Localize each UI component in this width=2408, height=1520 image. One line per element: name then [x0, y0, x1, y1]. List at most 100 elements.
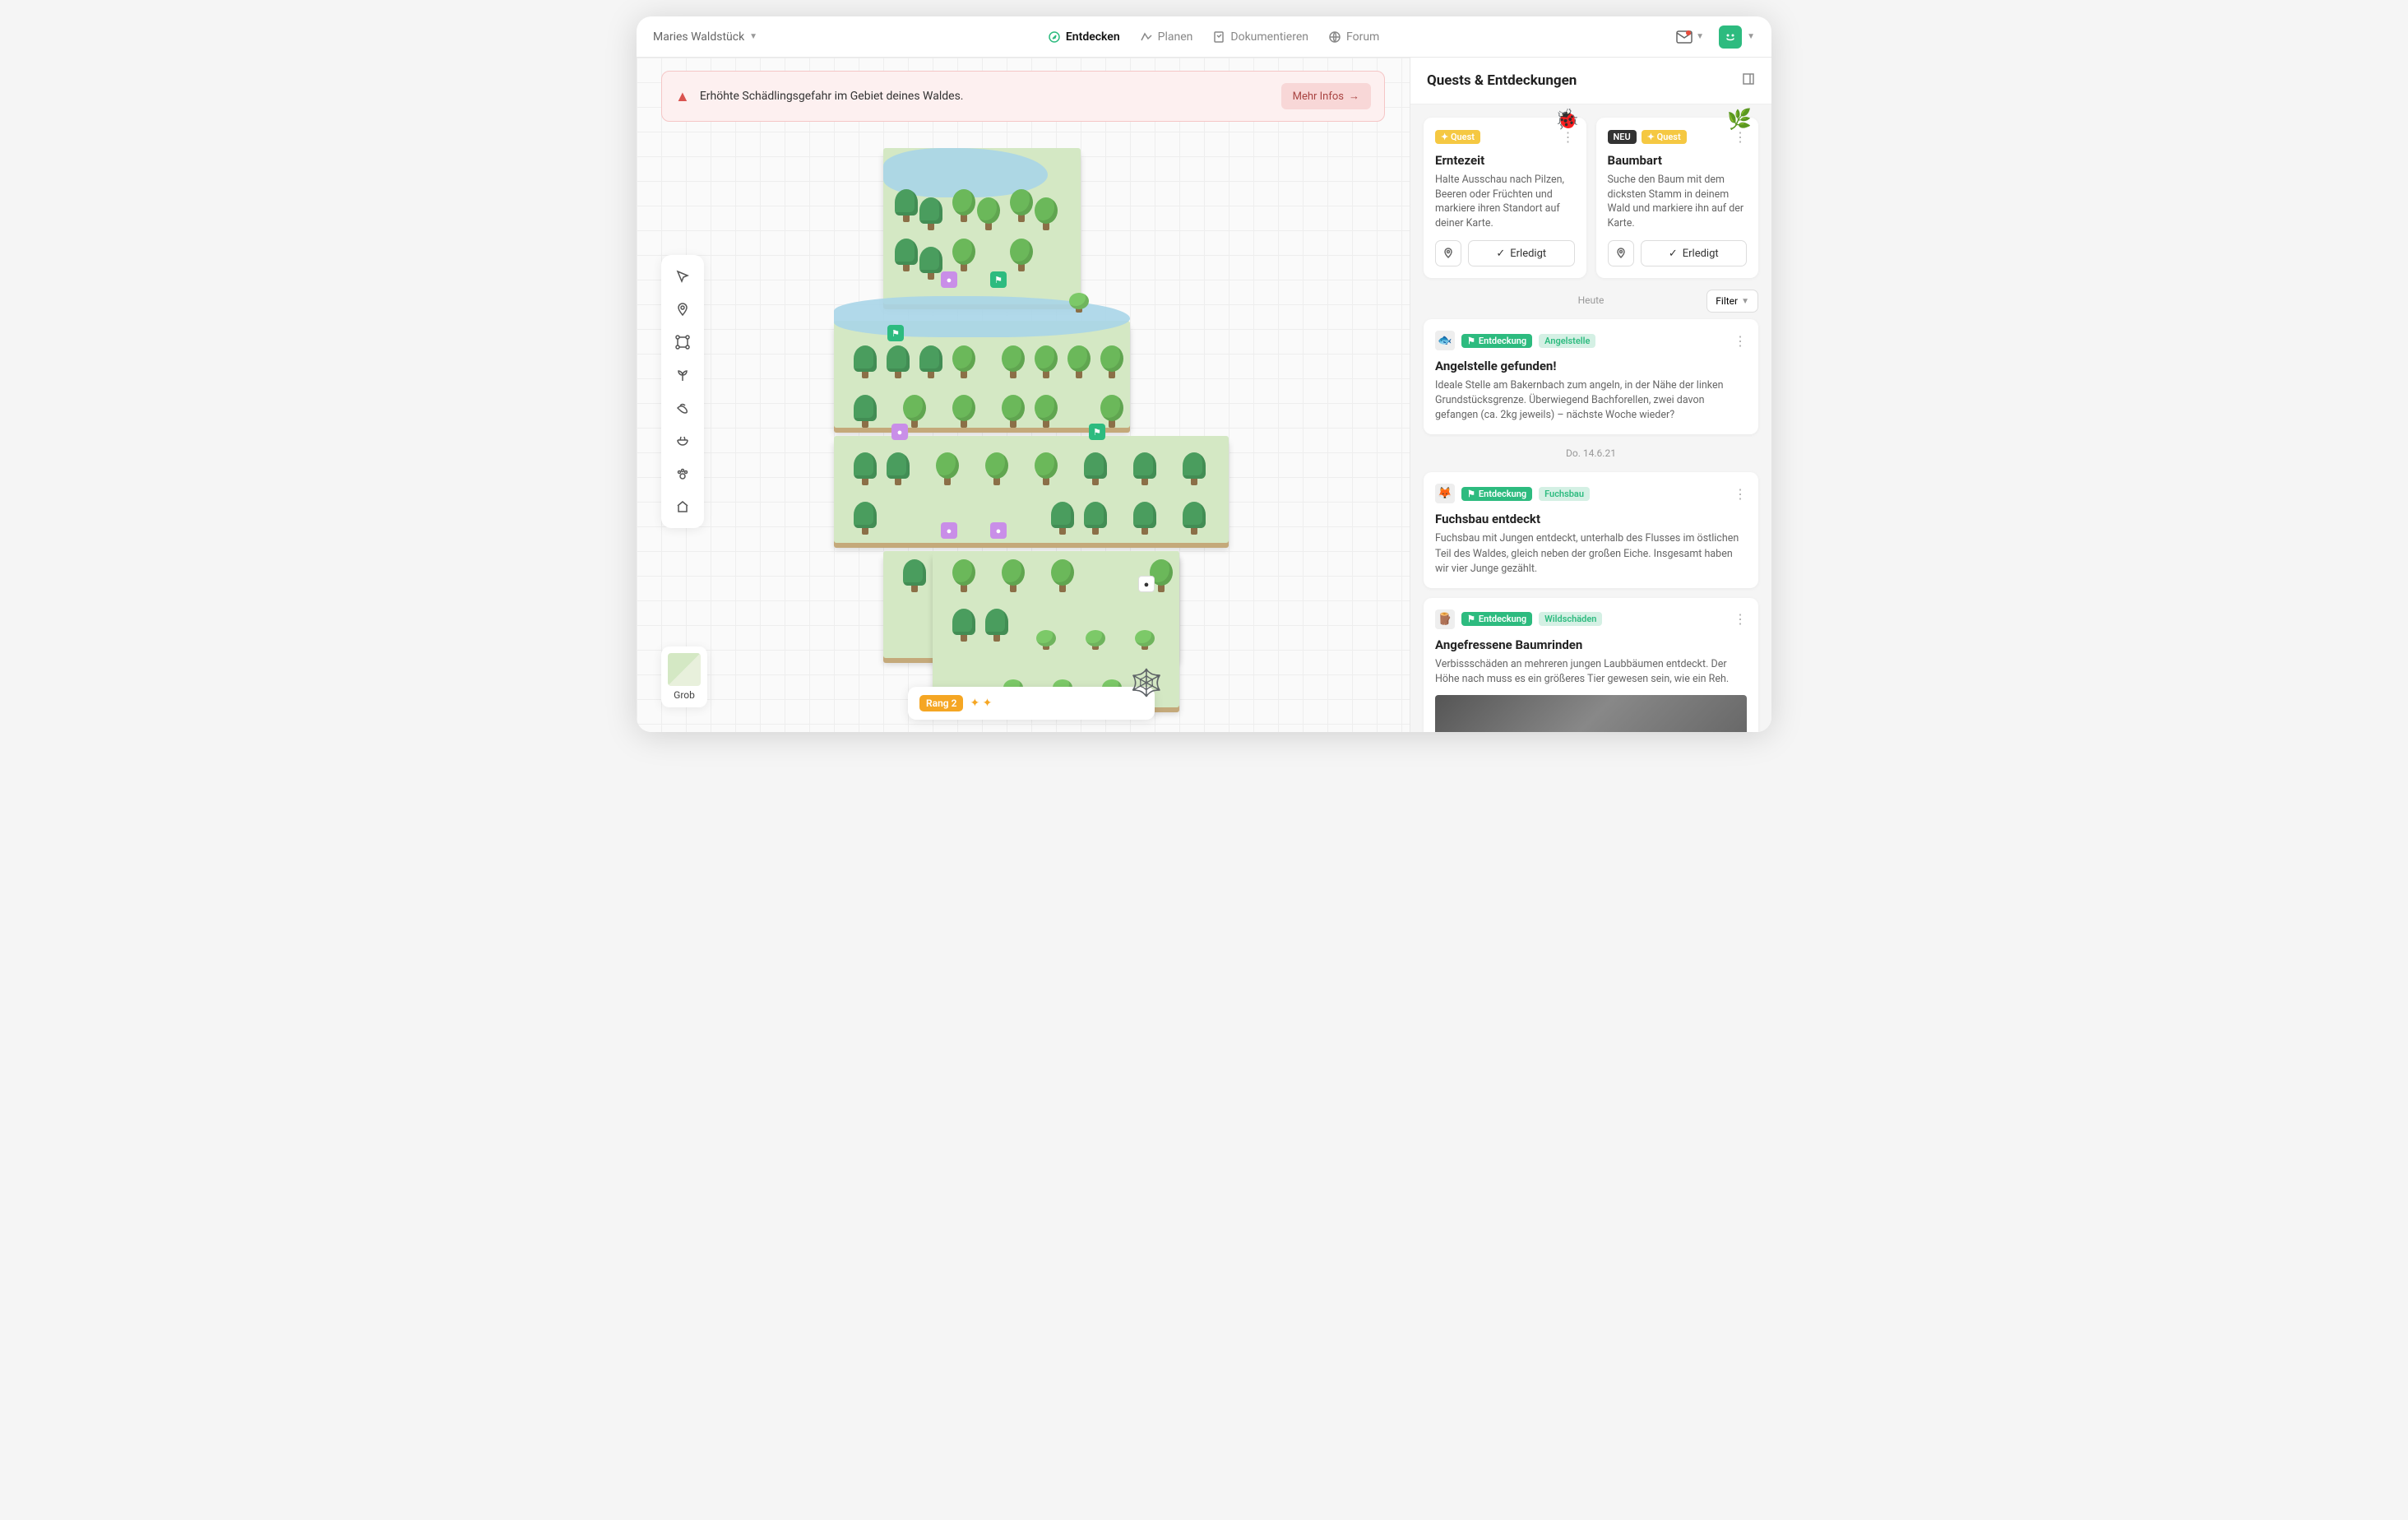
quest-done-button[interactable]: ✓ Erledigt — [1468, 240, 1575, 266]
tab-forum[interactable]: Forum — [1328, 30, 1379, 44]
compass-icon — [1048, 30, 1061, 44]
topbar: Maries Waldstück ▼ Entdecken Planen Doku… — [637, 16, 1771, 58]
discovery-badge: ⚑ Entdeckung — [1461, 487, 1532, 501]
rank-stars: ✦ ✦ — [970, 697, 992, 710]
chevron-down-icon: ▼ — [749, 32, 757, 41]
tab-dokumentieren[interactable]: Dokumentieren — [1212, 30, 1308, 44]
discovery-desc: Fuchsbau mit Jungen entdeckt, unterhalb … — [1435, 531, 1747, 576]
rank-badge: Rang 2 — [919, 695, 963, 711]
discovery-tag: Fuchsbau — [1539, 487, 1590, 501]
branch-decoration: 🕸️ — [1130, 667, 1163, 698]
discovery-tag: Wildschäden — [1539, 612, 1602, 626]
discovery-card: 🦊 ⚑ Entdeckung Fuchsbau ⋮ Fuchsbau entde… — [1424, 472, 1758, 587]
zoom-level[interactable]: Grob — [661, 646, 707, 707]
chevron-down-icon: ▼ — [1696, 32, 1704, 41]
collapse-button[interactable] — [1742, 72, 1755, 89]
tab-planen[interactable]: Planen — [1140, 30, 1193, 44]
quest-locate-button[interactable] — [1608, 240, 1634, 266]
tool-plant[interactable] — [668, 360, 697, 390]
new-badge: NEU — [1608, 130, 1637, 144]
tab-entdecken[interactable]: Entdecken — [1048, 30, 1120, 44]
date-separator: Heute Filter ▼ — [1424, 294, 1758, 306]
quest-title: Erntezeit — [1435, 153, 1575, 168]
quest-badge: ✦ Quest — [1642, 130, 1687, 144]
filter-button[interactable]: Filter ▼ — [1706, 290, 1758, 313]
map-marker[interactable]: ● — [1138, 576, 1155, 592]
discovery-badge: ⚑ Entdeckung — [1461, 334, 1532, 348]
chevron-down-icon: ▼ — [1741, 297, 1749, 306]
chevron-down-icon: ▼ — [1747, 32, 1755, 41]
tool-harvest[interactable] — [668, 426, 697, 456]
discovery-menu-button[interactable]: ⋮ — [1734, 486, 1747, 502]
sidebar-title: Quests & Entdeckungen — [1427, 72, 1577, 89]
arrow-right-icon: → — [1349, 90, 1359, 103]
discovery-tag: Angelstelle — [1539, 334, 1595, 348]
date-separator: Do. 14.6.21 — [1424, 447, 1758, 459]
discovery-card: 🐟 ⚑ Entdeckung Angelstelle ⋮ Angelstelle… — [1424, 319, 1758, 434]
zoom-label: Grob — [668, 689, 701, 701]
discovery-title: Angelstelle gefunden! — [1435, 359, 1747, 373]
quest-title: Baumbart — [1608, 153, 1748, 168]
tab-label: Forum — [1346, 30, 1379, 44]
tab-label: Planen — [1158, 30, 1193, 44]
map-marker[interactable]: ⚑ — [990, 271, 1007, 288]
discovery-title: Fuchsbau entdeckt — [1435, 512, 1747, 526]
discovery-card: 🪵 ⚑ Entdeckung Wildschäden ⋮ Angefressen… — [1424, 598, 1758, 732]
quest-menu-button[interactable]: ⋮ — [1562, 129, 1575, 145]
discovery-image — [1435, 695, 1747, 732]
discovery-menu-button[interactable]: ⋮ — [1734, 611, 1747, 627]
discovery-badge: ⚑ Entdeckung — [1461, 612, 1532, 626]
quest-card: 🐞 ✦ Quest ⋮ Erntezeit Halte Ausschau nac… — [1424, 118, 1586, 278]
quest-menu-button[interactable]: ⋮ — [1734, 129, 1747, 145]
branch-decoration: 🐞 — [1555, 108, 1580, 131]
zoom-thumbnail — [668, 653, 701, 686]
discovery-desc: Verbissschäden an mehreren jungen Laubbä… — [1435, 657, 1747, 687]
discovery-desc: Ideale Stelle am Bakernbach zum angeln, … — [1435, 378, 1747, 423]
alert-text: Erhöhte Schädlingsgefahr im Gebiet deine… — [700, 90, 1271, 103]
map-marker[interactable]: ⚑ — [887, 325, 904, 341]
sidebar: Quests & Entdeckungen 🐞 ✦ Quest ⋮ Erntez… — [1410, 58, 1771, 732]
tool-pointer[interactable] — [668, 262, 697, 291]
quest-done-button[interactable]: ✓ Erledigt — [1641, 240, 1748, 266]
notification-dot — [1686, 30, 1691, 35]
toolbox — [661, 255, 704, 528]
quest-badge: ✦ Quest — [1435, 130, 1480, 144]
globe-icon — [1328, 30, 1341, 44]
tool-pin[interactable] — [668, 294, 697, 324]
tool-structure[interactable] — [668, 492, 697, 521]
alert-button-label: Mehr Infos — [1293, 90, 1344, 103]
tab-label: Entdecken — [1066, 30, 1120, 44]
tool-wildlife[interactable] — [668, 459, 697, 489]
discovery-menu-button[interactable]: ⋮ — [1734, 333, 1747, 349]
workspace-name: Maries Waldstück — [653, 30, 744, 44]
tool-leaves[interactable] — [668, 393, 697, 423]
workspace-selector[interactable]: Maries Waldstück ▼ — [653, 30, 757, 44]
tab-label: Dokumentieren — [1230, 30, 1308, 44]
map-marker[interactable]: ● — [941, 522, 957, 539]
quest-desc: Halte Ausschau nach Pilzen, Beeren oder … — [1435, 173, 1575, 230]
rank-card[interactable]: Rang 2 ✦ ✦ 🕸️ — [908, 687, 1155, 720]
branch-decoration: 🌿 — [1727, 108, 1752, 131]
alert-banner: ▲ Erhöhte Schädlingsgefahr im Gebiet dei… — [661, 71, 1385, 122]
map-marker[interactable]: ● — [941, 271, 957, 288]
alert-more-button[interactable]: Mehr Infos → — [1281, 83, 1371, 109]
quest-card: 🌿 NEU ✦ Quest ⋮ Baumbart Suche den Baum … — [1596, 118, 1759, 278]
mail-button[interactable]: ▼ — [1669, 27, 1711, 47]
forest-map[interactable]: ● ⚑ ⚑ ● ⚑ ● ● ● — [834, 132, 1237, 724]
map-canvas[interactable]: ▲ Erhöhte Schädlingsgefahr im Gebiet dei… — [637, 58, 1410, 732]
map-marker[interactable]: ● — [990, 522, 1007, 539]
avatar — [1719, 25, 1742, 49]
main-nav: Entdecken Planen Dokumentieren Forum — [1048, 30, 1379, 44]
map-marker[interactable]: ⚑ — [1089, 424, 1105, 440]
discovery-icon: 🦊 — [1435, 484, 1455, 503]
quest-locate-button[interactable] — [1435, 240, 1461, 266]
doc-icon — [1212, 30, 1225, 44]
warning-icon: ▲ — [675, 88, 690, 105]
discovery-icon: 🐟 — [1435, 331, 1455, 350]
quest-desc: Suche den Baum mit dem dicksten Stamm in… — [1608, 173, 1748, 230]
tool-area[interactable] — [668, 327, 697, 357]
discovery-icon: 🪵 — [1435, 609, 1455, 629]
discovery-title: Angefressene Baumrinden — [1435, 637, 1747, 652]
map-marker[interactable]: ● — [891, 424, 908, 440]
profile-button[interactable]: ▼ — [1719, 25, 1755, 49]
